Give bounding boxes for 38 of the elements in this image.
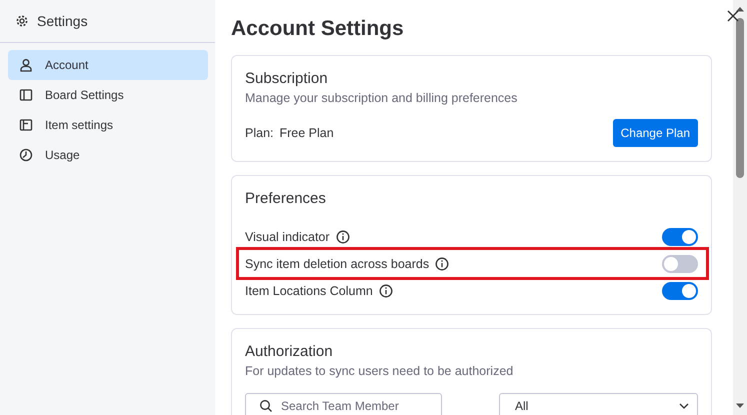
info-icon [336, 230, 350, 244]
scroll-down-icon [735, 403, 745, 409]
plan-label: Plan: [245, 126, 274, 140]
clock-icon [19, 148, 33, 162]
search-field[interactable]: Search Team Member [245, 393, 442, 415]
preference-label: Sync item deletion across boards [245, 256, 430, 270]
panel-icon [19, 118, 33, 132]
sidebar-item[interactable]: Account [8, 50, 208, 80]
section-title: Preferences [245, 190, 327, 207]
sidebar-item[interactable]: Board Settings [8, 80, 208, 110]
close-icon [727, 10, 739, 22]
sidebar-title: Settings [37, 13, 88, 29]
plan-value: Free Plan [280, 126, 334, 140]
section-title: Authorization [245, 343, 334, 360]
close-button[interactable] [725, 8, 741, 24]
section-description: Manage your subscription and billing preferences [245, 91, 518, 105]
info-icon [435, 256, 450, 270]
preference-label: Item Locations Column [245, 284, 373, 298]
gear-icon [16, 15, 28, 27]
section-description: For updates to sync users need to be authorized [245, 364, 514, 378]
info-icon [378, 284, 393, 298]
page-title: Account Settings [231, 17, 405, 41]
preference-label: Visual indicator [245, 230, 330, 244]
person-icon [19, 58, 33, 72]
search-icon [259, 399, 273, 413]
sidebar-item[interactable]: Usage [8, 140, 208, 170]
panel-icon [19, 88, 33, 102]
scroll-up-icon [735, 6, 745, 12]
sidebar-item[interactable]: Item settings [8, 110, 208, 140]
toggle-switch[interactable] [662, 254, 698, 272]
chevron-down-icon [679, 403, 689, 409]
toggle-switch[interactable] [662, 228, 698, 246]
filter-dropdown[interactable]: All [499, 393, 698, 415]
section-title: Subscription [245, 70, 329, 87]
scrollbar[interactable] [733, 0, 747, 415]
change-plan-button[interactable]: Change Plan [612, 119, 698, 147]
toggle-switch[interactable] [662, 282, 698, 300]
scrollbar-thumb[interactable] [736, 18, 744, 178]
